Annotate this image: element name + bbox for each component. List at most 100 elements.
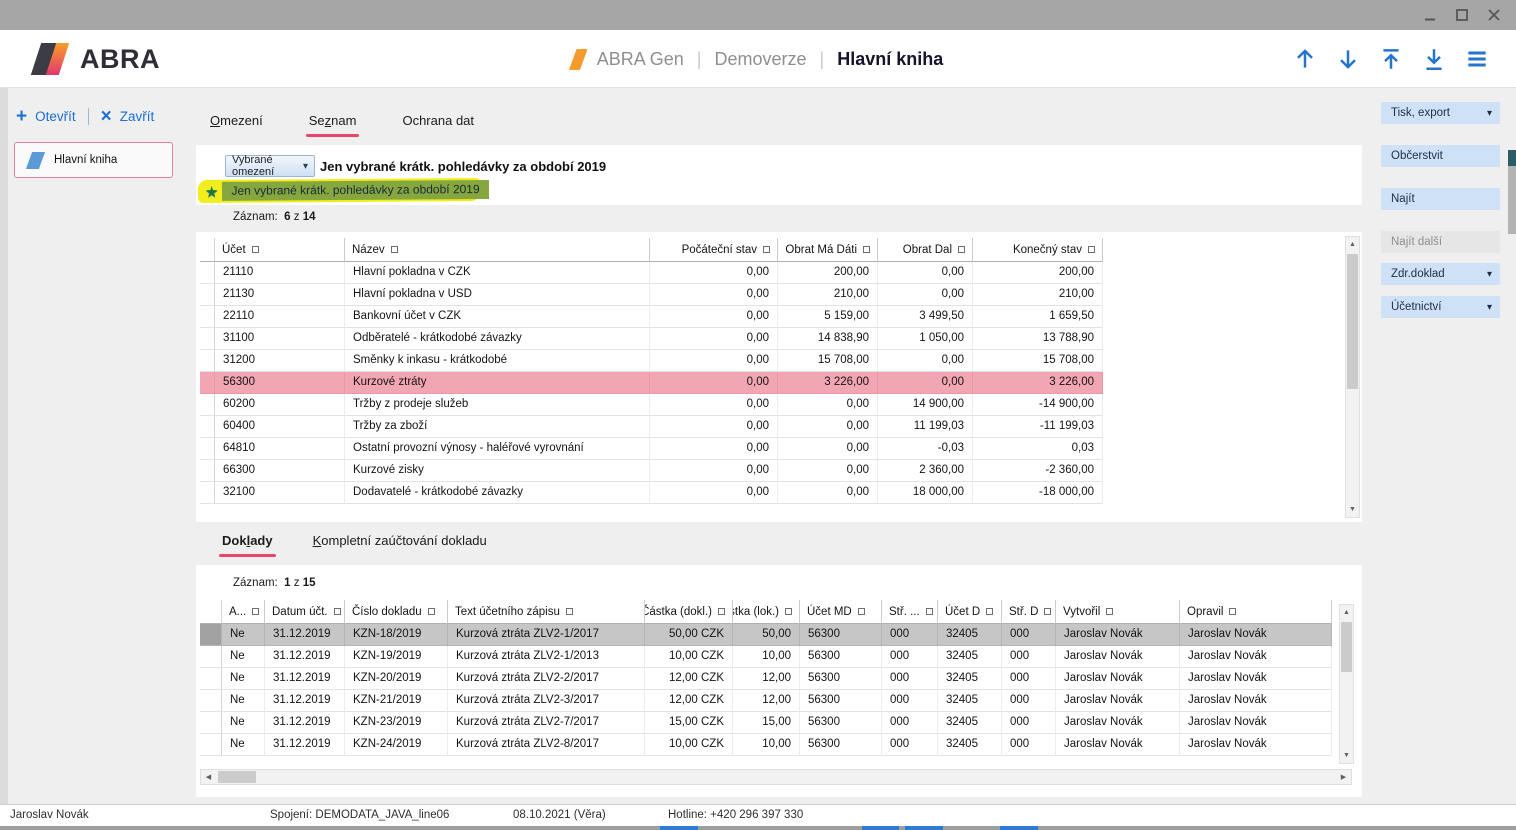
close-icon[interactable]: [1486, 7, 1502, 23]
caret-down-icon: ▾: [1487, 108, 1492, 119]
side-button[interactable]: Zdr.doklad ▾: [1381, 263, 1500, 285]
scroll-down-icon[interactable]: ▼: [1345, 502, 1360, 517]
documents-horizontal-scrollbar[interactable]: ◀ ▶: [200, 769, 1352, 785]
side-button[interactable]: Najít ▾: [1381, 188, 1500, 210]
taskbar-edge: [0, 826, 1516, 830]
side-button[interactable]: Najít další ▾: [1381, 231, 1500, 253]
column-header-obrat-ma-dati[interactable]: Obrat Má Dáti: [778, 238, 878, 262]
center-d-cell: 000: [1002, 646, 1056, 668]
a-cell: Ne: [222, 734, 265, 756]
column-header-nazev[interactable]: Název: [345, 238, 650, 262]
close-book-button[interactable]: Zavřít: [120, 109, 155, 124]
documents-panel: Záznam: 1 z 15 A... Datum účt. Číslo dok…: [196, 565, 1362, 797]
table-row[interactable]: 60400 Tržby za zboží 0,00 0,00 11 199,03…: [200, 416, 1103, 438]
table-row[interactable]: 64810 Ostatní provozní výnosy - haléřové…: [200, 438, 1103, 460]
table-row[interactable]: 22110 Bankovní účet v CZK 0,00 5 159,00 …: [200, 306, 1103, 328]
scroll-left-icon[interactable]: ◀: [201, 769, 216, 784]
date-cell: 31.12.2019: [265, 734, 345, 756]
maximize-icon[interactable]: [1454, 7, 1470, 23]
table-row[interactable]: Ne 31.12.2019 KZN-18/2019 Kurzová ztráta…: [200, 624, 1332, 646]
scrollbar-thumb[interactable]: [218, 771, 256, 783]
scroll-down-icon[interactable]: ▼: [1339, 748, 1354, 763]
documents-header-row: A... Datum účt. Číslo dokladu Text účetn…: [200, 600, 1332, 624]
table-row[interactable]: 56300 Kurzové ztráty 0,00 3 226,00 0,00 …: [200, 372, 1103, 394]
table-row[interactable]: Ne 31.12.2019 KZN-20/2019 Kurzová ztráta…: [200, 668, 1332, 690]
doc-number-cell: KZN-23/2019: [345, 712, 448, 734]
table-row[interactable]: Ne 31.12.2019 KZN-21/2019 Kurzová ztráta…: [200, 690, 1332, 712]
arrow-up-icon[interactable]: [1292, 46, 1318, 72]
sidebar-item-hlavni-kniha[interactable]: Hlavní kniha: [14, 142, 173, 178]
column-header-opravil[interactable]: Opravil: [1180, 600, 1332, 624]
tab[interactable]: Kompletní zaúčtování dokladu: [313, 533, 487, 548]
table-row[interactable]: 66300 Kurzové zisky 0,00 0,00 2 360,00 -…: [200, 460, 1103, 482]
minimize-icon[interactable]: [1422, 7, 1438, 23]
limit-dropdown[interactable]: Vybrané omezení ▾: [225, 155, 315, 177]
side-button[interactable]: Občerstvit ▾: [1381, 145, 1500, 167]
column-header-str-md[interactable]: Stř. ...: [882, 600, 938, 624]
column-header-text-zapisu[interactable]: Text účetního zápisu: [448, 600, 645, 624]
filter-square-icon: [785, 608, 792, 615]
open-book-button[interactable]: Otevřít: [35, 109, 76, 124]
account-cell: 21110: [215, 262, 345, 284]
scroll-up-icon[interactable]: ▲: [1345, 237, 1360, 252]
column-header-castka-dokl[interactable]: Částka (dokl.): [645, 600, 733, 624]
side-button[interactable]: Tisk, export ▾: [1381, 102, 1500, 124]
tab[interactable]: Ochrana dat: [402, 113, 474, 128]
table-row[interactable]: 60200 Tržby z prodeje služeb 0,00 0,00 1…: [200, 394, 1103, 416]
name-cell: Kurzové zisky: [345, 460, 650, 482]
center-d-cell: 000: [1002, 712, 1056, 734]
column-header-castka-lok[interactable]: Částka (lok.): [733, 600, 800, 624]
column-header-vytvoril[interactable]: Vytvořil: [1056, 600, 1180, 624]
table-row[interactable]: Ne 31.12.2019 KZN-23/2019 Kurzová ztráta…: [200, 712, 1332, 734]
table-row[interactable]: 21130 Hlavní pokladna v USD 0,00 210,00 …: [200, 284, 1103, 306]
debit-cell: 5 159,00: [778, 306, 878, 328]
column-header-cislo-dokladu[interactable]: Číslo dokladu: [345, 600, 448, 624]
arrow-to-bottom-icon[interactable]: [1421, 46, 1447, 72]
ledger-vertical-scrollbar[interactable]: ▲ ▼: [1345, 236, 1360, 518]
column-header-pocatecni-stav[interactable]: Počáteční stav: [650, 238, 778, 262]
created-by-cell: Jaroslav Novák: [1056, 646, 1180, 668]
arrow-to-top-icon[interactable]: [1378, 46, 1404, 72]
scrollbar-thumb[interactable]: [1341, 622, 1352, 672]
column-header-ucet-md[interactable]: Účet MD: [800, 600, 882, 624]
column-header-datum-uct[interactable]: Datum účt.: [265, 600, 345, 624]
table-row[interactable]: Ne 31.12.2019 KZN-19/2019 Kurzová ztráta…: [200, 646, 1332, 668]
created-by-cell: Jaroslav Novák: [1056, 624, 1180, 646]
table-row[interactable]: 31100 Odběratelé - krátkodobé závazky 0,…: [200, 328, 1103, 350]
center-d-cell: 000: [1002, 668, 1056, 690]
initial-balance-cell: 0,00: [650, 416, 778, 438]
tab[interactable]: Seznam: [309, 113, 357, 128]
taskbar-segment: [660, 826, 698, 830]
tab[interactable]: Doklady: [222, 533, 273, 548]
credit-cell: 0,00: [878, 372, 973, 394]
entry-text-cell: Kurzová ztráta ZLV2-2/2017: [448, 668, 645, 690]
column-header-ucet-d[interactable]: Účet D: [938, 600, 1002, 624]
table-row[interactable]: Ne 31.12.2019 KZN-24/2019 Kurzová ztráta…: [200, 734, 1332, 756]
documents-vertical-scrollbar[interactable]: ▲ ▼: [1339, 604, 1354, 764]
side-button[interactable]: Účetnictví ▾: [1381, 296, 1500, 318]
arrow-down-icon[interactable]: [1335, 46, 1361, 72]
scroll-up-icon[interactable]: ▲: [1339, 605, 1354, 620]
doc-number-cell: KZN-18/2019: [345, 624, 448, 646]
created-by-cell: Jaroslav Novák: [1056, 690, 1180, 712]
caret-down-icon: ▾: [1487, 269, 1492, 280]
table-row[interactable]: 21110 Hlavní pokladna v CZK 0,00 200,00 …: [200, 262, 1103, 284]
initial-balance-cell: 0,00: [650, 284, 778, 306]
column-header-str-d[interactable]: Stř. D: [1002, 600, 1056, 624]
filter-square-icon: [858, 608, 865, 615]
scroll-right-icon[interactable]: ▶: [1336, 769, 1351, 784]
initial-balance-cell: 0,00: [650, 394, 778, 416]
row-indicator-cell: [200, 712, 222, 734]
column-header-obrat-dal[interactable]: Obrat Dal: [878, 238, 973, 262]
menu-icon[interactable]: [1464, 46, 1490, 72]
selected-filter-item[interactable]: ★ Jen vybrané krátk. pohledávky za obdob…: [198, 178, 480, 203]
table-row[interactable]: 31200 Směnky k inkasu - krátkodobé 0,00 …: [200, 350, 1103, 372]
scrollbar-thumb[interactable]: [1347, 254, 1358, 389]
ledger-record-count: Záznam: 6 z 14: [233, 211, 316, 223]
initial-balance-cell: 0,00: [650, 328, 778, 350]
tab[interactable]: Omezení: [210, 113, 263, 128]
column-header-ucet[interactable]: Účet: [215, 238, 345, 262]
column-header-a[interactable]: A...: [222, 600, 265, 624]
column-header-konecny-stav[interactable]: Konečný stav: [973, 238, 1103, 262]
table-row[interactable]: 32100 Dodavatelé - krátkodobé závazky 0,…: [200, 482, 1103, 504]
